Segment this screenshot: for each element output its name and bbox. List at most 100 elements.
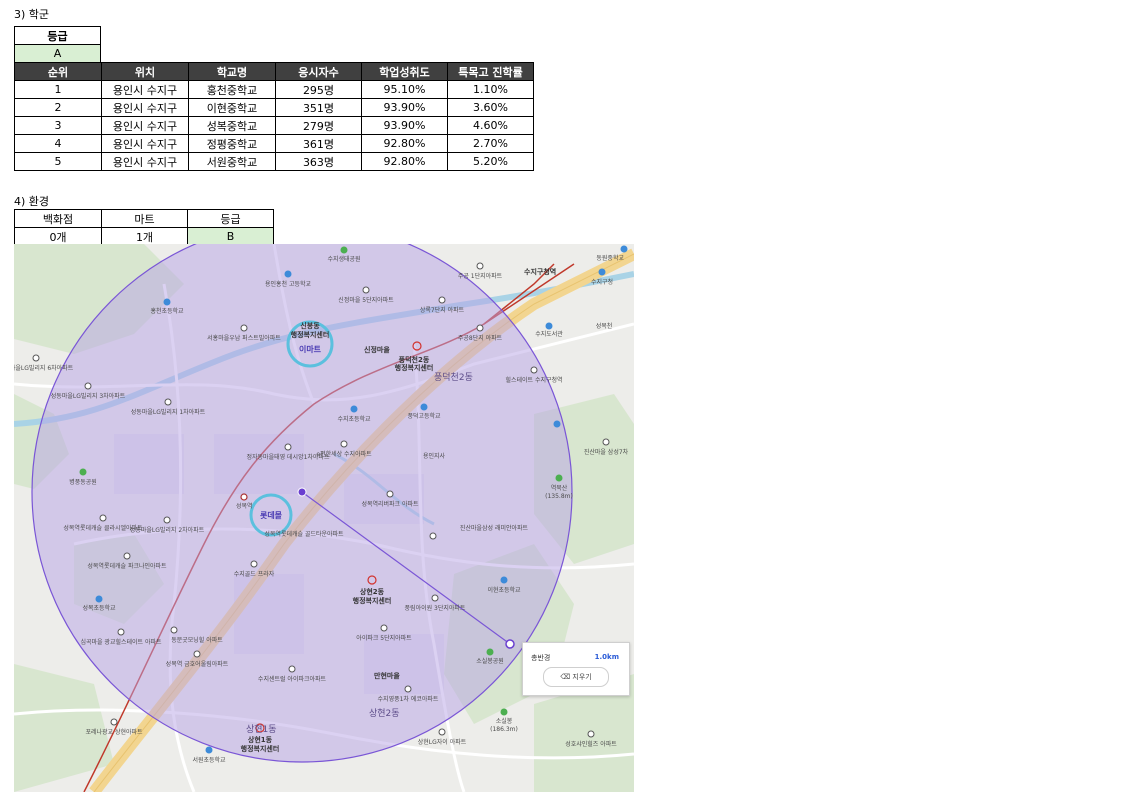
env-val-mart: 1개: [101, 227, 188, 246]
label-school: 용인홍천 고등학교: [265, 280, 312, 288]
label-apt: 수지골드 프라자: [234, 570, 275, 578]
env-table: 백화점 마트 등급 0개 1개 B: [14, 209, 274, 246]
label-hongcheon-elem: 홍천초등학교: [150, 307, 184, 315]
label-sinbong-2: 행정복지센터: [291, 330, 330, 339]
eraser-icon: ⌫: [560, 673, 571, 681]
env-col-grade: 등급: [187, 209, 274, 228]
label-pungdeok-center-2: 행정복지센터: [395, 363, 434, 372]
erase-button[interactable]: ⌫ 지우기: [543, 667, 609, 687]
center-point: [297, 487, 307, 497]
school-icon: [420, 403, 428, 411]
park-icon: [79, 468, 87, 476]
label-apt: 포레나광교 상현아파트: [85, 728, 143, 736]
park-icon: [555, 474, 563, 482]
label-apt: 성동마을LG빌리지 6차아파트: [14, 364, 74, 372]
label-apt: 성복역롯데캐슬 골드타운아파트: [264, 530, 344, 538]
radius-label: 총반경: [531, 654, 551, 662]
label-apt: 성동마을LG빌리지 3차아파트: [51, 392, 126, 400]
label-apt: 신정마을 5단지아파트: [338, 296, 394, 304]
green-area: [14, 664, 114, 792]
label-stream: 성복천: [596, 322, 613, 330]
cell-rank: 5: [14, 152, 102, 171]
label-sanghyeon2: 상현2동: [369, 708, 400, 719]
cell-applicants: 361명: [275, 134, 362, 153]
label-apt: 동문굿모닝힐 아파트: [171, 636, 223, 644]
cell-location: 용인시 수지구: [101, 80, 189, 99]
cell-special-rate: 2.70%: [447, 134, 534, 153]
label-sanghyeon1: 상현1동: [246, 724, 277, 735]
label-apt: 힐스테이트 수지구청역: [505, 376, 562, 384]
label-apt: 상록7단지 아파트: [420, 306, 465, 314]
cell-school-name: 이현중학교: [188, 98, 276, 117]
label-apt: 성복역리버파크 아파트: [361, 500, 419, 508]
radius-info-box: 총반경 1.0km ⌫ 지우기: [522, 642, 630, 696]
lotte-marker[interactable]: 롯데몰: [260, 510, 283, 520]
env-col-dept-store: 백화점: [14, 209, 102, 228]
school-icon: [350, 405, 358, 413]
col-achievement: 학업성취도: [361, 62, 448, 81]
cell-school-name: 정평중학교: [188, 134, 276, 153]
cell-achievement: 93.90%: [361, 98, 448, 117]
school-icon: [205, 746, 213, 754]
cell-applicants: 279명: [275, 116, 362, 135]
label-apt: 상현LG자이 아파트: [418, 738, 467, 746]
label-byeong-park: 병풍동공원: [69, 478, 97, 486]
label-seongbok-elem: 성복초등학교: [82, 604, 116, 612]
label-apt: 수지센트럴 아이파크아파트: [258, 675, 327, 683]
cell-school-name: 홍천중학교: [188, 80, 276, 99]
school-icon: [553, 420, 561, 428]
label-yongin-center: 용인지사: [423, 452, 446, 460]
school-icon: [598, 268, 606, 276]
school-icon: [284, 270, 292, 278]
cell-location: 용인시 수지구: [101, 134, 189, 153]
cell-special-rate: 4.60%: [447, 116, 534, 135]
label-apt: 진산마을 삼성7차: [584, 448, 629, 456]
table-row: 3 용인시 수지구 성복중학교 279명 93.90% 4.60%: [14, 116, 534, 135]
cell-special-rate: 3.60%: [447, 98, 534, 117]
cell-rank: 3: [14, 116, 102, 135]
label-pungdeok-high: 풍덕고등학교: [407, 412, 441, 420]
school-icon: [163, 298, 171, 306]
emart-marker[interactable]: 이마트: [299, 344, 322, 354]
school-icon: [545, 322, 553, 330]
cell-rank: 1: [14, 80, 102, 99]
cell-special-rate: 1.10%: [447, 80, 534, 99]
label-suji-office: 수지구청: [591, 278, 613, 286]
label-apt: 수지영풍1차 에코아파트: [378, 695, 439, 703]
col-applicants: 응시자수: [275, 62, 362, 81]
label-seongbok-station: 성복역: [236, 502, 253, 510]
school-table-header: 순위 위치 학교명 응시자수 학업성취도 특목고 진학률: [14, 62, 534, 81]
radius-value: 1.0km: [594, 653, 619, 661]
table-row: 4 용인시 수지구 정평중학교 361명 92.80% 2.70%: [14, 134, 534, 153]
label-sanghyeon2-center-2: 행정복지센터: [353, 596, 392, 605]
label-school: 동원중학교: [596, 254, 624, 262]
col-special-rate: 특목고 진학률: [447, 62, 534, 81]
label-sanghyeon1-center-2: 행정복지센터: [241, 744, 280, 753]
cell-achievement: 92.80%: [361, 152, 448, 171]
school-grade-table: 등급 A: [14, 26, 101, 63]
table-row: 1 용인시 수지구 홍천중학교 295명 95.10% 1.10%: [14, 80, 534, 99]
label-soshil-height: (186.3m): [490, 726, 518, 733]
map-view[interactable]: 이마트 롯데몰 신정마을 풍덕천2동 풍덕천2동 행정복지센터 신봉동 행정복지…: [14, 244, 634, 792]
cell-location: 용인시 수지구: [101, 152, 189, 171]
cell-achievement: 95.10%: [361, 80, 448, 99]
label-apt: 아이파크 5단지아파트: [356, 634, 412, 642]
label-yeokbuk-height: (135.8m): [545, 493, 573, 500]
label-sinjeong: 신정마을: [364, 345, 390, 354]
cell-special-rate: 5.20%: [447, 152, 534, 171]
cell-location: 용인시 수지구: [101, 98, 189, 117]
radius-handle[interactable]: [505, 639, 515, 649]
col-location: 위치: [101, 62, 189, 81]
cell-applicants: 295명: [275, 80, 362, 99]
label-sanghyeon2-center-1: 상현2동: [360, 587, 385, 596]
env-val-grade: B: [187, 227, 274, 246]
cell-school-name: 성복중학교: [188, 116, 276, 135]
env-col-mart: 마트: [101, 209, 188, 228]
label-apt: 성복역 금호어울림아파트: [166, 660, 229, 668]
erase-label: 지우기: [572, 673, 592, 681]
school-grade-value: A: [14, 44, 101, 63]
cell-applicants: 351명: [275, 98, 362, 117]
school-icon: [500, 576, 508, 584]
label-pungdeok-center-1: 풍덕천2동: [399, 355, 430, 364]
col-rank: 순위: [14, 62, 102, 81]
